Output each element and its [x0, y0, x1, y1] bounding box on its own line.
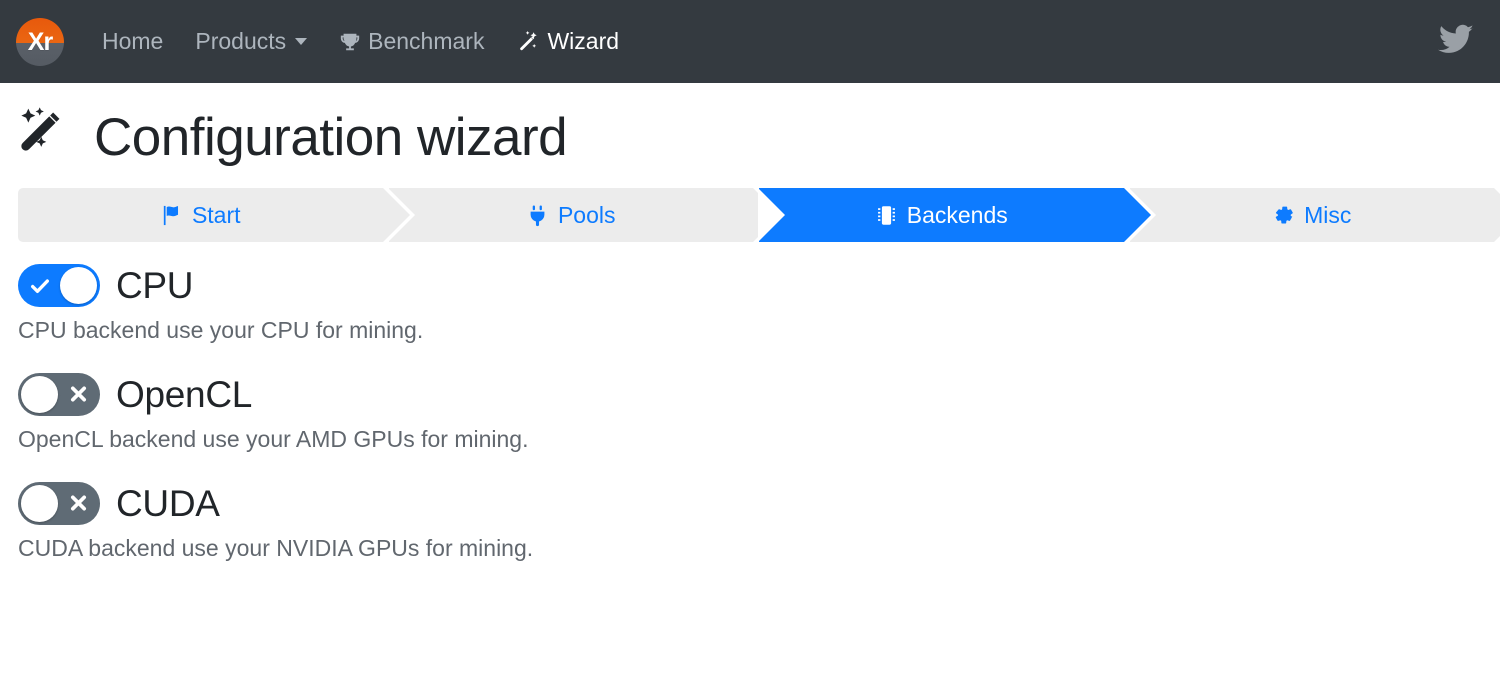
- navbar-links: Home Products Benchmark Wizard: [86, 24, 635, 60]
- backend-opencl-description: OpenCL backend use your AMD GPUs for min…: [18, 425, 529, 452]
- backend-cpu-description: CPU backend use your CPU for mining.: [18, 317, 424, 343]
- nav-item-home-label: Home: [102, 28, 164, 54]
- nav-item-wizard[interactable]: Wizard: [500, 24, 635, 60]
- backend-cpu-name: CPU: [116, 265, 194, 306]
- cross-icon: [68, 384, 89, 405]
- nav-item-benchmark-label: Benchmark: [368, 28, 485, 54]
- twitter-icon: [1438, 24, 1474, 58]
- flag-icon: [160, 204, 183, 227]
- brand-logo-text: Xr: [27, 28, 53, 56]
- step-misc[interactable]: Misc: [1128, 188, 1500, 242]
- nav-item-products-label: Products: [195, 28, 287, 54]
- backend-opencl-header: OpenCL: [18, 372, 1500, 416]
- toggle-cuda[interactable]: [18, 481, 100, 525]
- backend-opencl-name: OpenCL: [116, 373, 253, 415]
- magic-wand-icon: [516, 30, 540, 54]
- step-pools[interactable]: Pools: [387, 188, 780, 242]
- trophy-icon: [339, 31, 361, 53]
- backend-cuda-description: CUDA backend use your NVIDIA GPUs for mi…: [18, 534, 534, 561]
- page-title: Configuration wizard: [94, 108, 568, 168]
- step-misc-label: Misc: [1304, 201, 1352, 228]
- nav-item-home[interactable]: Home: [86, 24, 179, 59]
- step-pools-label: Pools: [557, 201, 616, 228]
- gear-icon: [1272, 204, 1295, 227]
- wizard-stepper: Start Pools Backends Misc: [0, 188, 1500, 242]
- chevron-down-icon: [295, 38, 308, 45]
- page-header: Configuration wizard: [0, 83, 1500, 172]
- toggle-opencl-knob: [21, 375, 58, 413]
- backend-cpu-header: CPU: [18, 264, 1500, 307]
- plug-icon: [526, 204, 549, 227]
- step-backends-label: Backends: [906, 201, 1008, 228]
- check-icon: [29, 275, 51, 297]
- toggle-cpu[interactable]: [18, 264, 100, 307]
- nav-item-wizard-label: Wizard: [547, 28, 620, 54]
- twitter-link[interactable]: [1438, 24, 1474, 59]
- top-navbar: Xr Home Products Benchmark Wizard: [0, 0, 1500, 83]
- brand-logo[interactable]: Xr: [16, 17, 64, 66]
- backend-cuda-header: CUDA: [18, 481, 1500, 525]
- nav-item-benchmark[interactable]: Benchmark: [323, 24, 500, 59]
- memory-chip-icon: [875, 204, 898, 227]
- backend-row-opencl: OpenCL OpenCL backend use your AMD GPUs …: [18, 372, 1500, 455]
- step-start[interactable]: Start: [18, 188, 409, 242]
- toggle-cuda-knob: [21, 484, 58, 522]
- backends-list: CPU CPU backend use your CPU for mining.…: [0, 242, 1500, 564]
- nav-item-products[interactable]: Products: [179, 24, 323, 59]
- magic-wand-icon: [18, 105, 80, 172]
- toggle-opencl[interactable]: [18, 372, 100, 416]
- backend-row-cuda: CUDA CUDA backend use your NVIDIA GPUs f…: [18, 481, 1500, 564]
- step-start-label: Start: [191, 201, 241, 228]
- step-backends[interactable]: Backends: [758, 188, 1150, 242]
- toggle-cpu-knob: [60, 267, 97, 304]
- backend-cuda-name: CUDA: [116, 482, 220, 524]
- cross-icon: [68, 493, 89, 514]
- backend-row-cpu: CPU CPU backend use your CPU for mining.: [18, 264, 1500, 346]
